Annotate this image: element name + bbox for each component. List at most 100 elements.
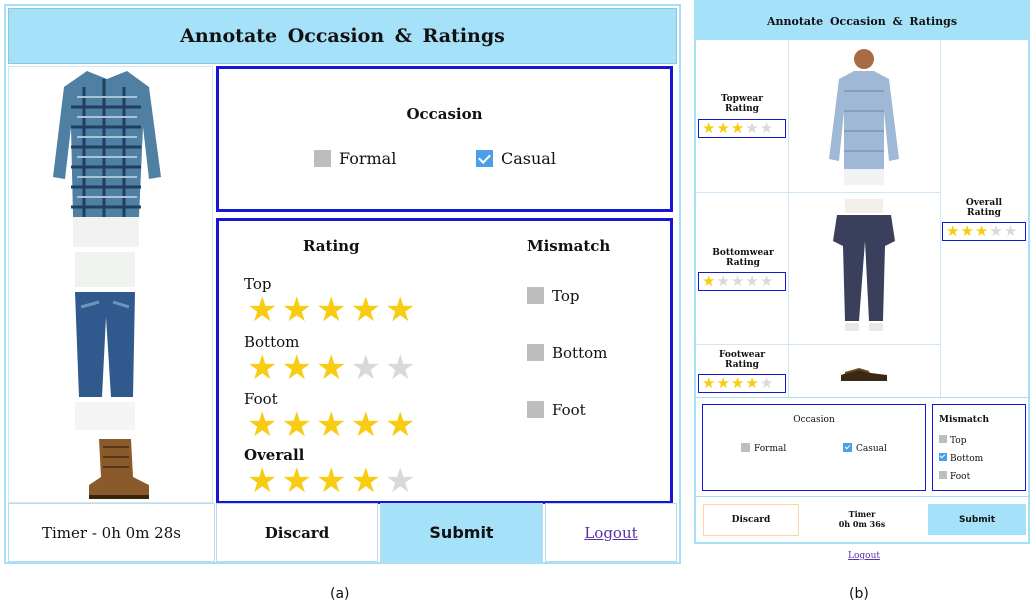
star-icon[interactable]: ★ — [975, 224, 988, 239]
star-icon[interactable]: ★ — [760, 121, 773, 136]
occasion-option-formal[interactable]: Formal — [314, 149, 396, 168]
model-images — [829, 49, 899, 381]
star-icon[interactable]: ★ — [247, 293, 277, 327]
mismatch-foot-label: Foot — [950, 472, 971, 482]
submit-button[interactable]: Submit — [380, 503, 543, 562]
star-icon[interactable]: ★ — [316, 293, 346, 327]
star-icon[interactable]: ★ — [702, 274, 715, 289]
star-icon[interactable]: ★ — [350, 293, 380, 327]
star-icon[interactable]: ★ — [1004, 224, 1017, 239]
timer-display: Timer - 0h 0m 28s — [8, 503, 215, 562]
star-icon[interactable]: ★ — [385, 408, 415, 442]
top-rating-stars[interactable]: ★ ★ ★ ★ ★ — [247, 293, 415, 327]
star-icon[interactable]: ★ — [385, 464, 415, 498]
logout-link[interactable]: Logout — [848, 551, 880, 561]
topwear-image — [829, 49, 899, 185]
overall-rating-stars[interactable]: ★ ★ ★ ★ ★ — [247, 464, 415, 498]
mismatch-bottom[interactable]: Bottom — [527, 344, 607, 362]
formal-label: Formal — [339, 149, 397, 168]
occasion-option-formal[interactable]: Formal — [741, 443, 786, 454]
caption-b: (b) — [849, 586, 869, 602]
star-icon[interactable]: ★ — [385, 351, 415, 385]
mismatch-bottom-checkbox[interactable] — [527, 344, 544, 361]
submit-button[interactable]: Submit — [928, 504, 1026, 535]
star-icon[interactable]: ★ — [316, 408, 346, 442]
star-icon[interactable]: ★ — [946, 224, 959, 239]
mismatch-top[interactable]: Top — [939, 435, 966, 446]
discard-button[interactable]: Discard — [216, 503, 378, 562]
star-icon[interactable]: ★ — [731, 376, 744, 391]
star-icon[interactable]: ★ — [731, 274, 744, 289]
foot-rating-stars[interactable]: ★ ★ ★ ★ ★ — [247, 408, 415, 442]
panel-b: Annotate Occasion & Ratings Topwear Rati… — [694, 0, 1030, 544]
jeans-image — [75, 252, 135, 430]
mismatch-foot-checkbox[interactable] — [939, 471, 947, 479]
star-icon[interactable]: ★ — [702, 376, 715, 391]
star-icon[interactable]: ★ — [316, 464, 346, 498]
outfit-photos — [8, 66, 213, 503]
star-icon[interactable]: ★ — [745, 376, 758, 391]
overall-rating-stars[interactable]: ★ ★ ★ ★ ★ — [942, 222, 1026, 241]
star-icon[interactable]: ★ — [960, 224, 973, 239]
mismatch-panel: Mismatch Top Bottom Foot — [932, 404, 1026, 491]
occasion-heading: Occasion — [793, 415, 835, 425]
mismatch-bottom-checkbox[interactable] — [939, 452, 947, 461]
star-icon[interactable]: ★ — [281, 408, 311, 442]
star-icon[interactable]: ★ — [989, 224, 1002, 239]
mismatch-top[interactable]: Top — [527, 287, 579, 305]
mismatch-top-checkbox[interactable] — [527, 287, 544, 304]
rating-heading: Rating — [303, 237, 360, 255]
star-icon[interactable]: ★ — [745, 274, 758, 289]
mismatch-bottom-label: Bottom — [552, 344, 608, 362]
star-icon[interactable]: ★ — [247, 408, 277, 442]
bottom-rating-stars[interactable]: ★ ★ ★ ★ ★ — [247, 351, 415, 385]
star-icon[interactable]: ★ — [716, 274, 729, 289]
star-icon[interactable]: ★ — [760, 274, 773, 289]
bottomwear-rating-stars[interactable]: ★ ★ ★ ★ ★ — [698, 272, 786, 291]
casual-checkbox[interactable] — [843, 443, 852, 452]
discard-button[interactable]: Discard — [703, 504, 799, 536]
star-icon[interactable]: ★ — [247, 351, 277, 385]
boot-image — [89, 439, 149, 499]
mismatch-heading: Mismatch — [527, 237, 611, 255]
footwear-rating-stars[interactable]: ★ ★ ★ ★ ★ — [698, 374, 786, 393]
star-icon[interactable]: ★ — [350, 351, 380, 385]
panel-a: Annotate Occasion & Ratings Occasion For… — [4, 4, 681, 564]
occasion-option-casual[interactable]: Casual — [476, 149, 556, 168]
caption-a: (a) — [330, 586, 350, 602]
mismatch-foot-checkbox[interactable] — [527, 401, 544, 418]
mismatch-foot[interactable]: Foot — [527, 401, 586, 419]
casual-label: Casual — [856, 444, 887, 454]
bottomwear-rating-label: Bottomwear Rating — [712, 248, 774, 268]
star-icon[interactable]: ★ — [316, 351, 346, 385]
mismatch-top-checkbox[interactable] — [939, 435, 947, 443]
star-icon[interactable]: ★ — [760, 376, 773, 391]
mismatch-foot-label: Foot — [552, 401, 586, 419]
star-icon[interactable]: ★ — [716, 121, 729, 136]
shirt-image — [53, 71, 161, 247]
star-icon[interactable]: ★ — [350, 408, 380, 442]
star-icon[interactable]: ★ — [281, 293, 311, 327]
star-icon[interactable]: ★ — [702, 121, 715, 136]
star-icon[interactable]: ★ — [281, 464, 311, 498]
star-icon[interactable]: ★ — [350, 464, 380, 498]
mismatch-bottom[interactable]: Bottom — [939, 452, 983, 464]
topwear-rating-stars[interactable]: ★ ★ ★ ★ ★ — [698, 119, 786, 138]
star-icon[interactable]: ★ — [731, 121, 744, 136]
overall-rating-label: Overall Rating — [965, 198, 1003, 218]
page-title: Annotate Occasion & Ratings — [696, 2, 1028, 40]
occasion-option-casual[interactable]: Casual — [843, 443, 887, 454]
footwear-rating-label: Footwear Rating — [718, 350, 766, 370]
star-icon[interactable]: ★ — [745, 121, 758, 136]
mismatch-foot[interactable]: Foot — [939, 471, 970, 482]
casual-checkbox[interactable] — [476, 150, 493, 167]
logout-link[interactable]: Logout — [584, 524, 637, 542]
timer-display: Timer 0h 0m 36s — [826, 509, 898, 529]
star-icon[interactable]: ★ — [385, 293, 415, 327]
formal-checkbox[interactable] — [741, 443, 750, 452]
formal-checkbox[interactable] — [314, 150, 331, 167]
star-icon[interactable]: ★ — [716, 376, 729, 391]
star-icon[interactable]: ★ — [247, 464, 277, 498]
footwear-image — [841, 367, 887, 381]
star-icon[interactable]: ★ — [281, 351, 311, 385]
